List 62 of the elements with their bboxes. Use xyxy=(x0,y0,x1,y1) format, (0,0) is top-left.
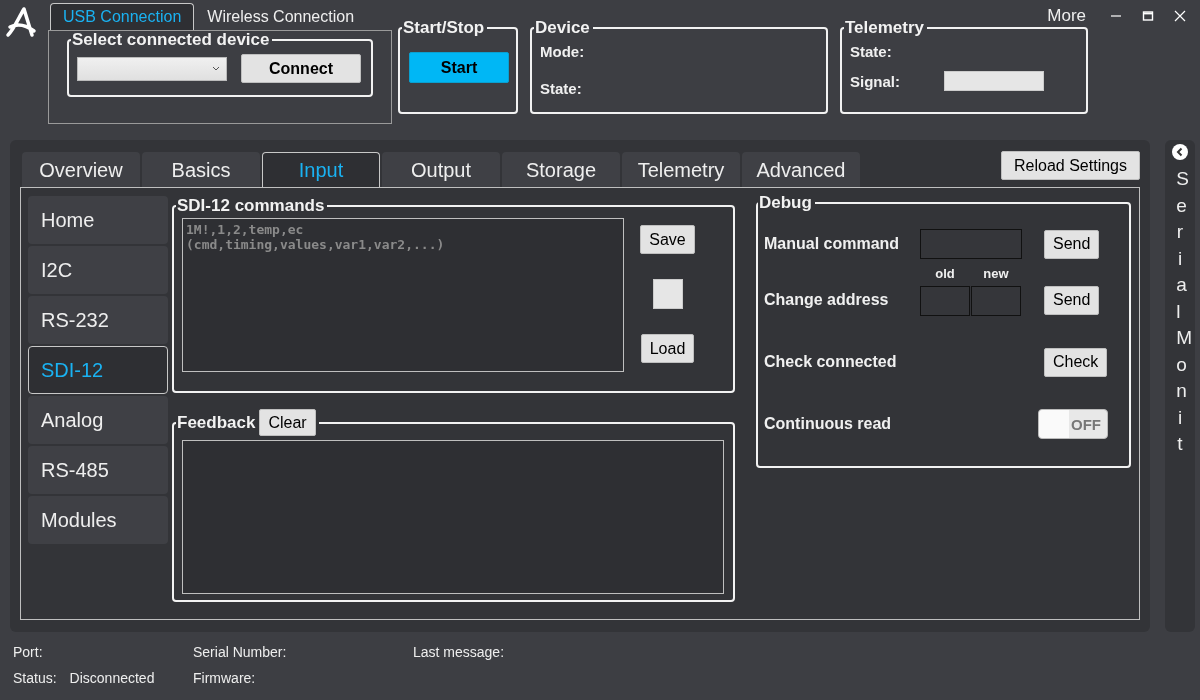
logo-icon xyxy=(4,5,38,39)
settings-tab[interactable]: Output xyxy=(382,152,500,187)
group-title: Device xyxy=(534,18,591,38)
group-title: Debug xyxy=(758,193,813,213)
start-button[interactable]: Start xyxy=(409,52,509,83)
field-label: Mode: xyxy=(540,43,586,62)
field-label: old xyxy=(935,266,955,283)
field-label: Signal: xyxy=(850,72,900,90)
settings-tab[interactable]: Overview xyxy=(22,152,140,187)
field-label: State: xyxy=(540,80,583,99)
nav-item[interactable]: SDI-12 xyxy=(28,346,168,394)
nav-item[interactable]: I2C xyxy=(28,246,168,294)
field-label: Check connected xyxy=(764,353,898,371)
command-field[interactable] xyxy=(920,229,1022,259)
connection-tab[interactable]: USB Connection xyxy=(50,3,195,30)
field-label: Continuous read xyxy=(764,415,893,433)
connection-tab[interactable]: Wireless Connection xyxy=(194,3,368,30)
reload-settings-button[interactable]: Reload Settings xyxy=(1001,151,1140,180)
action-button[interactable]: Send xyxy=(1044,229,1100,259)
commands-field[interactable]: 1M!,1,2,temp,ec (cmd,timing,values,var1,var2,...) xyxy=(182,218,624,372)
port-label: Port: xyxy=(13,644,44,660)
caret-icon xyxy=(212,66,220,71)
status-label: Status: xyxy=(13,670,57,686)
address-field[interactable] xyxy=(971,286,1021,316)
serial-monitor-label[interactable]: Serial Monit xyxy=(1164,166,1196,458)
field-label: new xyxy=(983,266,1009,283)
group-title: SDI-12 commands xyxy=(176,196,326,216)
settings-tab[interactable]: Input xyxy=(262,152,380,187)
nav-item[interactable]: RS-485 xyxy=(28,446,168,494)
action-button[interactable]: Check xyxy=(1044,347,1108,377)
settings-tab[interactable]: Storage xyxy=(502,152,620,187)
nav-item[interactable]: Modules xyxy=(28,496,168,544)
address-field[interactable] xyxy=(920,286,970,316)
group-title: Start/Stop xyxy=(402,18,486,38)
chevron-icon[interactable] xyxy=(1172,144,1188,160)
field-label: State: xyxy=(850,43,893,62)
nav-item[interactable]: Home xyxy=(28,196,168,244)
toggle-switch[interactable]: OFF xyxy=(1038,409,1108,439)
field-label: Manual command xyxy=(764,235,901,253)
settings-tab[interactable]: Telemetry xyxy=(622,152,740,187)
group-title: Telemetry xyxy=(844,18,926,38)
device-dropdown[interactable] xyxy=(77,56,227,81)
clear-button[interactable]: Clear xyxy=(259,409,316,436)
field-label: Change address xyxy=(764,291,890,309)
serial-number-label: Serial Number: xyxy=(193,644,288,660)
save-button[interactable]: Save xyxy=(640,225,695,254)
firmware-label: Firmware: xyxy=(193,670,257,686)
more-button[interactable]: More xyxy=(1047,6,1086,26)
last-message-label: Last message: xyxy=(413,644,506,660)
nav-item[interactable]: RS-232 xyxy=(28,296,168,344)
maximize-icon[interactable] xyxy=(1142,10,1154,22)
connect-button[interactable]: Connect xyxy=(241,54,361,83)
settings-tab[interactable]: Basics xyxy=(142,152,260,187)
group-title: Select connected device xyxy=(71,30,271,50)
action-button[interactable]: Send xyxy=(1044,285,1100,315)
settings-tab[interactable]: Advanced xyxy=(742,152,860,187)
nav-item[interactable]: Analog xyxy=(28,396,168,444)
close-icon[interactable] xyxy=(1174,10,1186,22)
status-value: Disconnected xyxy=(69,670,155,686)
load-button[interactable]: Load xyxy=(640,334,695,363)
status-indicator xyxy=(652,279,683,309)
group-title: Feedback xyxy=(177,412,256,433)
